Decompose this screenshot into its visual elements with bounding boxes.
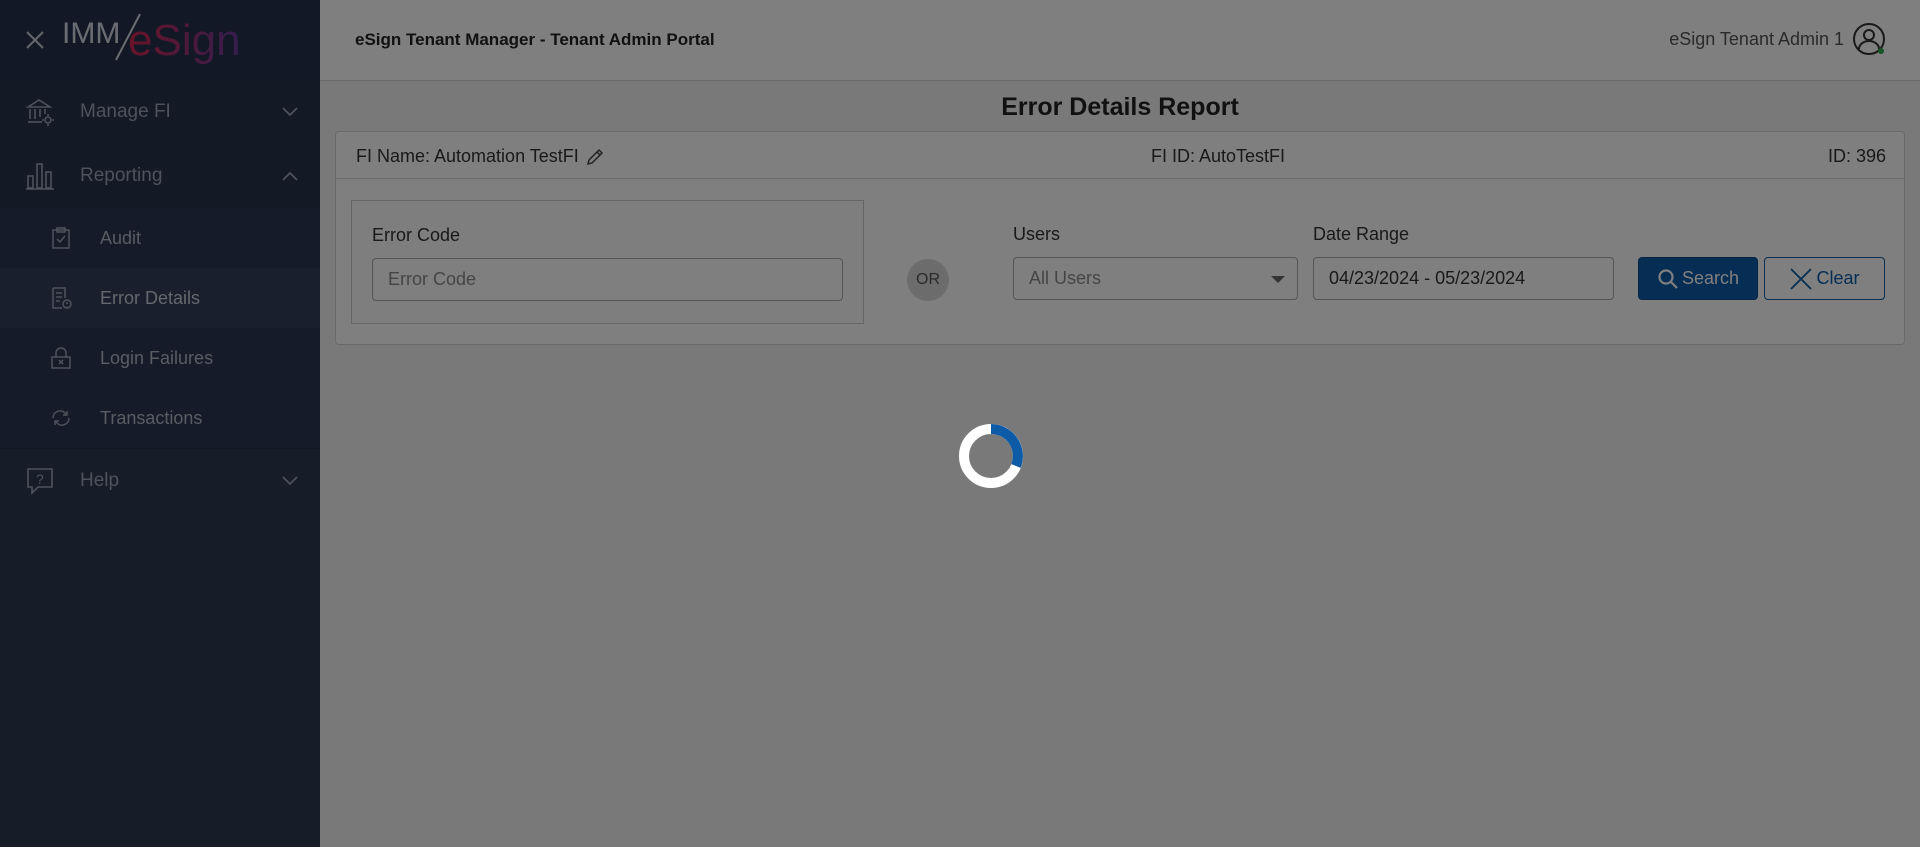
loading-spinner-icon — [959, 424, 1023, 488]
loading-overlay — [0, 0, 1920, 847]
